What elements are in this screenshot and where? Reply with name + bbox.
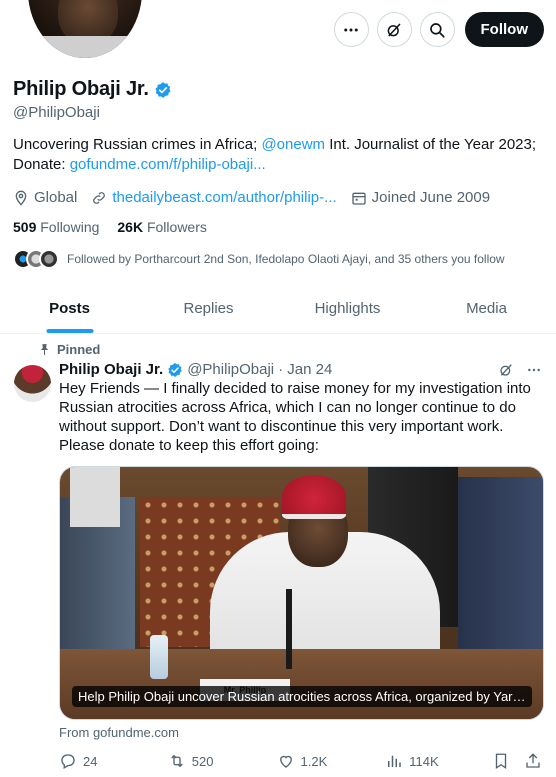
link-card[interactable]: Mr. Phillip Help Philip Obaji uncover Ru… <box>59 466 544 720</box>
profile-info: Philip Obaji Jr. @PhilipObaji Uncovering… <box>13 78 543 269</box>
verified-badge-icon[interactable] <box>154 81 172 99</box>
post-author-name[interactable]: Philip Obaji Jr. <box>59 361 163 378</box>
repost-icon <box>171 754 183 768</box>
more-button[interactable] <box>333 12 369 47</box>
card-source[interactable]: From gofundme.com <box>59 725 542 740</box>
post-text: Hey Friends — I finally decided to raise… <box>59 380 531 454</box>
reply-count: 24 <box>83 753 98 769</box>
pinned-indicator: Pinned <box>38 342 542 357</box>
post-header: Philip Obaji Jr. @PhilipObaji · Jan 24 <box>59 361 542 378</box>
card-image-bottle <box>150 635 168 679</box>
profile-handle: @PhilipObaji <box>13 104 100 121</box>
website-link[interactable]: thedailybeast.com/author/philip-... <box>112 189 336 206</box>
location-text: Global <box>34 189 78 206</box>
profile-actions: Follow <box>333 12 544 47</box>
repost-button[interactable]: 520 <box>168 752 277 770</box>
pinned-label: Pinned <box>57 342 101 357</box>
views-count: 114K <box>409 753 439 769</box>
profile-name: Philip Obaji Jr. <box>13 78 149 100</box>
card-image-mic <box>286 589 292 669</box>
profile-bio: Uncovering Russian crimes in Africa; @on… <box>13 135 543 175</box>
joined-date: Joined June 2009 <box>351 189 490 206</box>
more-icon <box>344 28 358 31</box>
tab-media[interactable]: Media <box>417 284 556 333</box>
profile-meta: Global thedailybeast.com/author/philip-.… <box>13 189 543 206</box>
follow-counts: 509 Following 26K Followers <box>13 219 543 235</box>
calendar-icon <box>351 192 366 205</box>
mini-avatars <box>13 249 59 269</box>
profile-avatar[interactable] <box>24 0 146 62</box>
card-image-person <box>70 467 120 527</box>
tab-replies[interactable]: Replies <box>139 284 278 333</box>
follow-button[interactable]: Follow <box>464 12 544 47</box>
search-icon <box>430 22 445 38</box>
card-image-person <box>458 477 543 677</box>
post-avatar[interactable] <box>14 365 51 402</box>
verified-badge-icon[interactable] <box>167 362 183 378</box>
bookmark-icon[interactable] <box>492 752 510 770</box>
followers-link[interactable]: 26K Followers <box>117 219 206 235</box>
mini-avatar <box>39 249 59 269</box>
joined-text: Joined June 2009 <box>371 189 491 206</box>
reply-button[interactable]: 24 <box>59 752 168 770</box>
like-count: 1.2K <box>300 753 328 769</box>
followed-by-text: Followed by Portharcourt 2nd Son, Ifedol… <box>67 252 505 266</box>
more-icon[interactable] <box>526 362 542 378</box>
link-icon <box>93 191 106 204</box>
avatar-shirt <box>28 36 142 58</box>
bio-mention-link[interactable]: @onewm <box>261 136 325 153</box>
search-button[interactable] <box>419 12 455 47</box>
views-button[interactable]: 114K <box>385 752 492 770</box>
website[interactable]: thedailybeast.com/author/philip-... <box>91 189 337 206</box>
card-image-table <box>60 649 543 719</box>
share-icon[interactable] <box>524 752 542 770</box>
bio-text: Uncovering Russian crimes in Africa; <box>13 136 262 153</box>
card-image-red-cap <box>282 475 346 519</box>
repost-count: 520 <box>191 753 214 769</box>
post-actions: 24 520 1.2K 114K <box>59 752 542 770</box>
profile-tabs: Posts Replies Highlights Media <box>0 284 556 334</box>
location: Global <box>13 189 77 206</box>
grok-button[interactable] <box>376 12 412 47</box>
reply-icon <box>61 754 75 769</box>
grok-icon[interactable] <box>498 362 514 378</box>
grok-icon <box>387 22 401 37</box>
following-link[interactable]: 509 Following <box>13 219 99 235</box>
location-pin-icon <box>15 190 27 206</box>
pin-icon <box>40 344 49 355</box>
card-caption: Help Philip Obaji uncover Russian atroci… <box>72 686 532 707</box>
followed-by[interactable]: Followed by Portharcourt 2nd Son, Ifedol… <box>13 249 543 269</box>
tab-posts[interactable]: Posts <box>0 284 139 333</box>
bio-gofundme-link[interactable]: gofundme.com/f/philip-obaji... <box>70 156 266 173</box>
views-icon <box>388 755 401 767</box>
pinned-post[interactable]: Pinned Philip Obaji Jr. @PhilipObaji · J… <box>0 334 556 770</box>
post-date[interactable]: · Jan 24 <box>278 361 332 378</box>
post-author-handle[interactable]: @PhilipObaji <box>187 361 274 378</box>
bio-donate-text: Donate: <box>13 156 70 173</box>
tab-highlights[interactable]: Highlights <box>278 284 417 333</box>
bio-text-2: Int. Journalist of the Year 2023; <box>325 136 537 153</box>
like-button[interactable]: 1.2K <box>277 752 386 770</box>
heart-icon <box>279 755 292 768</box>
